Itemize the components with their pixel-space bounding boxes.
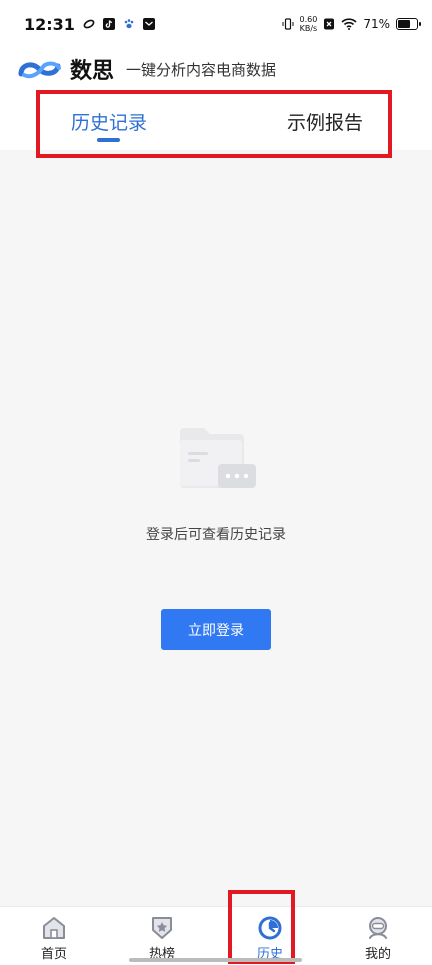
network-speed: 0.60 KB/s [300,15,318,33]
nav-item-home[interactable]: 首页 [0,907,108,965]
link-notification-icon [83,18,95,30]
brand-slogan: 一键分析内容电商数据 [126,60,277,79]
wifi-icon [341,18,357,30]
status-bar: 12:31 0.60 KB/s 71% [0,0,432,48]
app-header: 数思 一键分析内容电商数据 [0,48,432,90]
nav-label-home: 首页 [40,947,67,962]
tab-sample-report[interactable]: 示例报告 [287,108,363,135]
hot-list-icon [152,917,172,939]
brand-logo-icon [18,61,61,79]
bottom-navigation: 首页 热榜 历史 我的 [0,906,432,965]
tab-history-records[interactable]: 历史记录 [71,108,147,135]
network-speed-unit: KB/s [299,24,318,33]
no-sim-icon [323,18,335,30]
nav-item-hot-list[interactable]: 热榜 [108,907,216,965]
status-bar-right: 0.60 KB/s 71% [282,15,421,33]
empty-folder-icon [180,428,256,488]
active-tab-indicator [97,138,120,142]
home-icon [43,917,65,939]
network-speed-value: 0.60 [299,15,318,24]
battery-fill [398,20,411,28]
status-time: 12:31 [24,14,75,34]
brand-name: 数思 [70,59,115,84]
paw-notification-icon [123,18,135,30]
history-clock-icon [258,916,282,940]
tab-bar: 历史记录 示例报告 [0,90,432,150]
status-bar-left: 12:31 [24,15,155,34]
battery-percent: 71% [363,17,390,31]
login-now-button[interactable]: 立即登录 [161,609,271,650]
nav-item-profile[interactable]: 我的 [324,907,432,965]
nav-item-history[interactable]: 历史 [216,907,324,965]
tiktok-notification-icon [102,18,115,30]
battery-icon [396,18,421,30]
mail-notification-icon [142,18,155,30]
empty-state-message: 登录后可查看历史记录 [146,527,286,543]
vibrate-icon [282,18,294,30]
home-gesture-bar[interactable] [129,958,302,962]
profile-icon [369,917,387,939]
nav-label-profile: 我的 [364,947,391,962]
